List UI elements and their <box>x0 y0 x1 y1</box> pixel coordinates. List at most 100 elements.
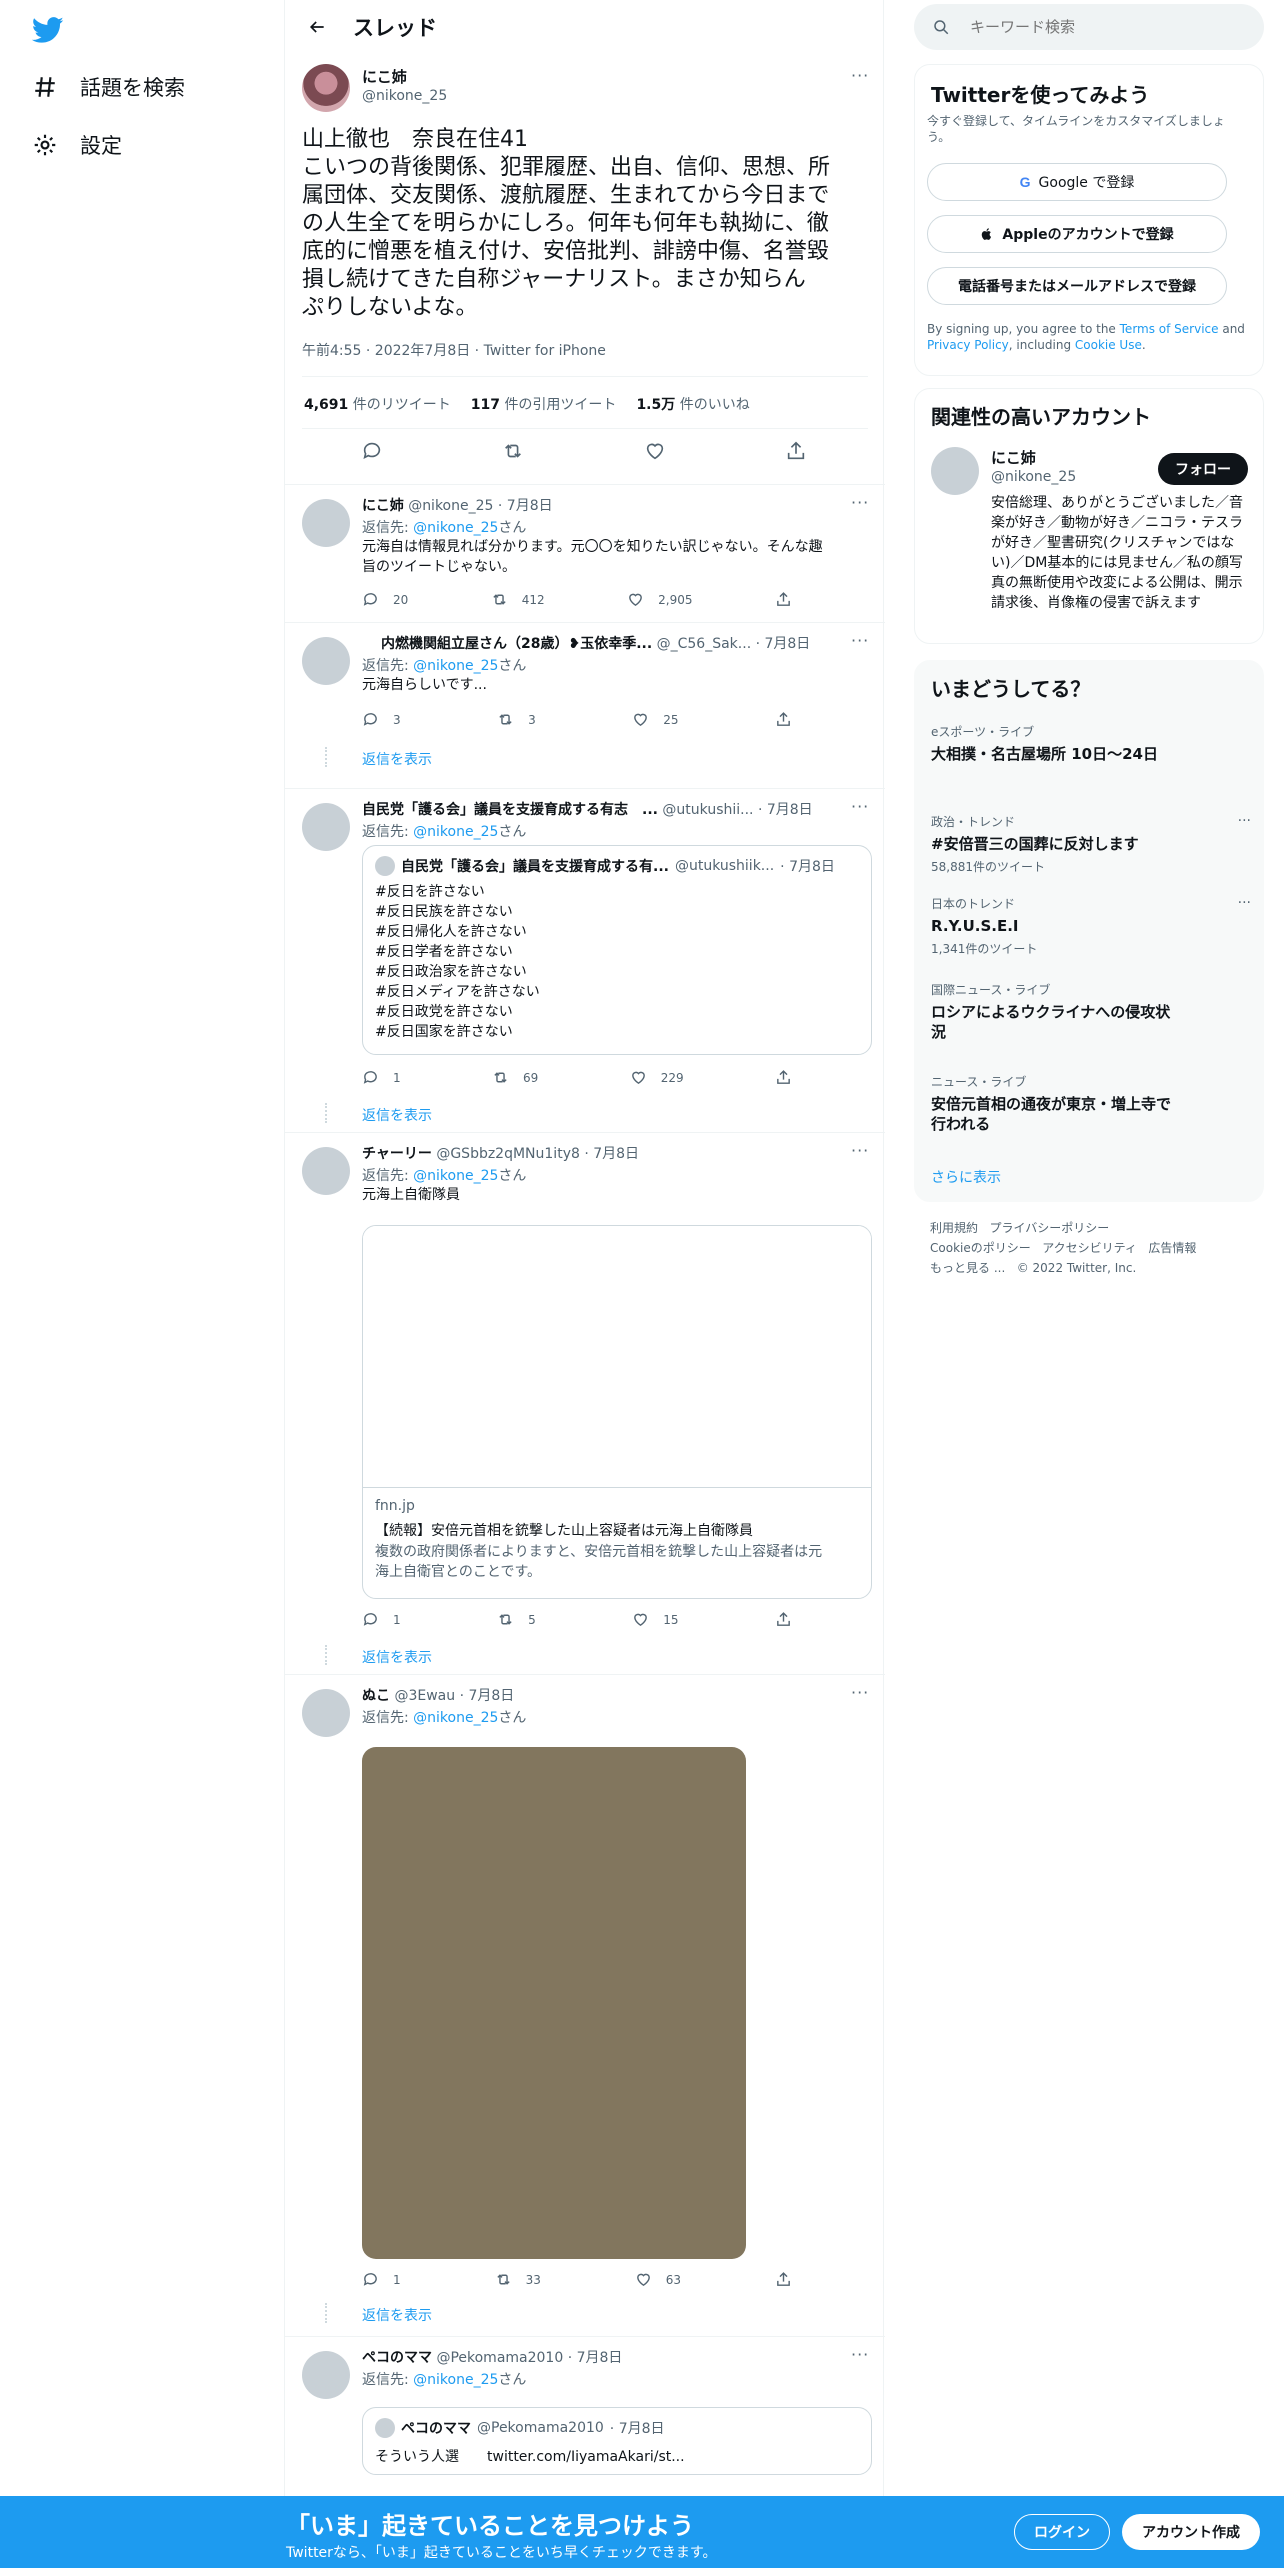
share-icon[interactable] <box>775 2271 792 2288</box>
trend-item[interactable]: 日本のトレンド R.Y.U.S.E.I 1,341件のツイート ··· <box>931 895 1251 957</box>
trend-item[interactable]: eスポーツ・ライブ 大相撲・名古屋場所 10日〜24日 <box>931 723 1251 764</box>
show-replies-link[interactable]: 返信を表示 <box>362 749 432 769</box>
reply-tweet[interactable]: チャーリー @GSbbz2qMNu1ity8 · 7月8日 ··· 返信先: @… <box>285 1132 885 1674</box>
avatar[interactable] <box>302 803 350 851</box>
more-options-icon[interactable]: ··· <box>851 1141 869 1160</box>
reply-icon[interactable]: 1 <box>362 1611 401 1628</box>
like-icon[interactable]: 229 <box>630 1069 684 1086</box>
reply-tweet[interactable]: 内燃機関組立屋さん（28歳）❥玉依幸季... @_C56_Sak... · 7月… <box>285 622 885 788</box>
back-arrow-icon[interactable] <box>303 13 331 41</box>
reply-icon[interactable]: 3 <box>362 711 401 728</box>
retweet-icon[interactable] <box>502 440 526 464</box>
trend-item[interactable]: 国際ニュース・ライブ ロシアによるウクライナへの侵攻状況 <box>931 981 1171 1042</box>
reply-tweet[interactable]: にこ姉 @nikone_25 · 7月8日 ··· 返信先: @nikone_2… <box>285 484 885 622</box>
reply-tweet[interactable]: ぬこ @3Ewau · 7月8日 ··· 返信先: @nikone_25さん 1… <box>285 1674 885 2336</box>
more-options-icon[interactable]: ··· <box>1238 813 1251 829</box>
retweet-stat[interactable]: 4,691 件のリツイート <box>304 394 451 414</box>
share-icon[interactable] <box>785 440 809 464</box>
avatar[interactable] <box>302 499 350 547</box>
gear-icon <box>34 134 56 156</box>
footer-link[interactable]: 利用規約 <box>930 1221 978 1235</box>
like-icon[interactable] <box>644 440 668 464</box>
like-icon[interactable]: 25 <box>632 711 679 728</box>
more-options-icon[interactable]: ··· <box>851 66 869 85</box>
show-replies-link[interactable]: 返信を表示 <box>362 2305 432 2325</box>
thread-connector <box>325 747 327 767</box>
related-handle[interactable]: @nikone_25 <box>991 469 1076 485</box>
share-icon[interactable] <box>775 591 792 608</box>
more-options-icon[interactable]: ··· <box>851 631 869 650</box>
author-handle[interactable]: @nikone_25 <box>362 88 447 104</box>
cookie-link[interactable]: Cookie Use <box>1075 338 1142 352</box>
quoted-tweet[interactable]: 自民党「護る会」議員を支援育成する有... @utukushiik... · 7… <box>362 845 872 1055</box>
avatar[interactable] <box>302 1689 350 1737</box>
tweet-actions <box>302 440 868 464</box>
related-name[interactable]: にこ姉 <box>991 447 1036 468</box>
search-box[interactable] <box>914 4 1264 50</box>
footer-link[interactable]: アクセシビリティ <box>1042 1241 1137 1255</box>
reply-icon[interactable] <box>361 440 385 464</box>
retweet-icon[interactable]: 412 <box>491 591 545 608</box>
mention-link[interactable]: @nikone_25 <box>413 824 498 840</box>
trend-item[interactable]: 政治・トレンド #安倍晋三の国葬に反対します 58,881件のツイート ··· <box>931 813 1251 875</box>
like-icon[interactable]: 63 <box>635 2271 681 2288</box>
quoted-tweet[interactable]: ペコのママ @Pekomama2010 · 7月8日 そういう人選 twitte… <box>362 2407 872 2475</box>
show-more-trends-link[interactable]: さらに表示 <box>931 1167 1001 1187</box>
footer-link[interactable]: Cookieのポリシー <box>930 1241 1031 1255</box>
retweet-icon[interactable]: 3 <box>497 711 536 728</box>
mention-link[interactable]: @nikone_25 <box>413 2372 498 2388</box>
follow-button[interactable]: フォロー <box>1158 453 1248 485</box>
google-signup-button[interactable]: G Google で登録 <box>927 163 1227 201</box>
terms-link[interactable]: Terms of Service <box>1120 322 1219 336</box>
author-name[interactable]: にこ姉 <box>362 66 407 87</box>
reply-icon[interactable]: 1 <box>362 2271 401 2288</box>
mention-link[interactable]: @nikone_25 <box>413 1710 498 1726</box>
more-options-icon[interactable]: ··· <box>851 2345 869 2364</box>
more-options-icon[interactable]: ··· <box>851 1683 869 1702</box>
like-stat[interactable]: 1.5万 件のいいね <box>636 394 749 414</box>
quote-stat[interactable]: 117 件の引用ツイート <box>471 394 617 414</box>
divider <box>302 428 868 429</box>
twitter-logo-icon[interactable] <box>32 14 64 46</box>
more-options-icon[interactable]: ··· <box>1238 895 1251 911</box>
reply-icon[interactable]: 1 <box>362 1069 401 1086</box>
share-icon[interactable] <box>775 1069 792 1086</box>
avatar[interactable] <box>302 2351 350 2399</box>
nav-explore[interactable]: 話題を検索 <box>32 72 185 102</box>
retweet-icon[interactable]: 69 <box>492 1069 538 1086</box>
avatar[interactable] <box>302 1147 350 1195</box>
reply-icon[interactable]: 20 <box>362 591 408 608</box>
footer-link[interactable]: 広告情報 <box>1148 1241 1196 1255</box>
avatar[interactable] <box>302 64 350 112</box>
login-button[interactable]: ログイン <box>1014 2514 1110 2550</box>
privacy-link[interactable]: Privacy Policy <box>927 338 1009 352</box>
media-image[interactable] <box>362 1747 746 2259</box>
apple-signup-button[interactable]: Appleのアカウントで登録 <box>927 215 1227 253</box>
mention-link[interactable]: @nikone_25 <box>413 658 498 674</box>
more-options-icon[interactable]: ··· <box>851 493 869 512</box>
mention-link[interactable]: @nikone_25 <box>413 1168 498 1184</box>
share-icon[interactable] <box>775 711 792 728</box>
link-card[interactable]: fnn.jp 【続報】安倍元首相を銃撃した山上容疑者は元海上自衛隊員 複数の政府… <box>362 1225 872 1599</box>
footer-more-link[interactable]: もっと見る ... <box>930 1261 1005 1275</box>
more-options-icon[interactable]: ··· <box>851 797 869 816</box>
retweet-icon[interactable]: 5 <box>497 1611 536 1628</box>
phone-email-signup-button[interactable]: 電話番号またはメールアドレスで登録 <box>927 267 1227 305</box>
avatar[interactable] <box>302 637 350 685</box>
avatar[interactable] <box>931 447 979 495</box>
show-replies-link[interactable]: 返信を表示 <box>362 1647 432 1667</box>
reply-text: 元海自らしいです... <box>362 677 487 693</box>
retweet-icon[interactable]: 33 <box>495 2271 541 2288</box>
like-icon[interactable]: 15 <box>632 1611 679 1628</box>
trend-item[interactable]: ニュース・ライブ 安倍元首相の通夜が東京・増上寺で行われる <box>931 1073 1171 1134</box>
show-replies-link[interactable]: 返信を表示 <box>362 1105 432 1125</box>
share-icon[interactable] <box>775 1611 792 1628</box>
reply-tweet[interactable]: 自民党「護る会」議員を支援育成する有志 ... @utukushii... · … <box>285 788 885 1132</box>
signup-button[interactable]: アカウント作成 <box>1122 2514 1260 2550</box>
tweet-timestamp[interactable]: 午前4:55 · 2022年7月8日 · Twitter for iPhone <box>302 340 606 360</box>
nav-settings[interactable]: 設定 <box>32 130 122 160</box>
like-icon[interactable]: 2,905 <box>627 591 693 608</box>
footer-link[interactable]: プライバシーポリシー <box>989 1221 1109 1235</box>
mention-link[interactable]: @nikone_25 <box>413 520 498 536</box>
search-input[interactable] <box>968 17 1228 37</box>
